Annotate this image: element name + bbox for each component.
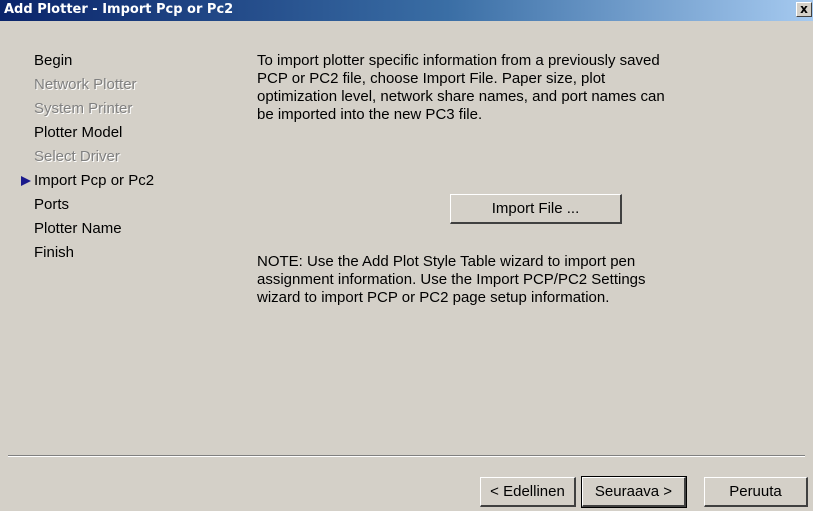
step-label: Finish xyxy=(34,244,75,261)
import-description: To import plotter specific information f… xyxy=(257,52,707,124)
description-line: be imported into the new PC3 file. xyxy=(257,106,483,123)
step-plotter-model: Plotter Model xyxy=(34,124,234,148)
window-title: Add Plotter - Import Pcp or Pc2 xyxy=(4,2,234,17)
back-button[interactable]: < Edellinen xyxy=(480,477,576,507)
description-line: To import plotter specific information f… xyxy=(257,52,660,69)
step-ports: Ports xyxy=(34,196,234,220)
note-line: assignment information. Use the Import P… xyxy=(257,271,646,288)
add-plotter-dialog: Add Plotter - Import Pcp or Pc2 x Begin … xyxy=(0,0,813,511)
step-label: Plotter Name xyxy=(34,220,122,237)
wizard-steps-list: Begin Network Plotter System Printer Plo… xyxy=(21,52,234,268)
close-button[interactable]: x xyxy=(796,2,812,17)
current-step-arrow-icon xyxy=(21,176,31,186)
description-line: PCP or PC2 file, choose Import File. Pap… xyxy=(257,70,606,87)
step-select-driver: Select Driver xyxy=(34,148,234,172)
step-finish: Finish xyxy=(34,244,234,268)
import-note: NOTE: Use the Add Plot Style Table wizar… xyxy=(257,253,707,307)
step-label: Import Pcp or Pc2 xyxy=(34,172,155,189)
step-system-printer: System Printer xyxy=(34,100,234,124)
step-plotter-name: Plotter Name xyxy=(34,220,234,244)
close-icon: x xyxy=(800,2,808,16)
step-label: Ports xyxy=(34,196,70,213)
button-divider xyxy=(8,455,805,457)
step-label: Plotter Model xyxy=(34,124,123,141)
step-label: Network Plotter xyxy=(34,76,137,93)
import-file-button[interactable]: Import File ... xyxy=(450,194,622,224)
cancel-button[interactable]: Peruuta xyxy=(704,477,808,507)
step-label: Begin xyxy=(34,52,73,69)
next-button[interactable]: Seuraava > xyxy=(581,476,687,508)
step-begin: Begin xyxy=(34,52,234,76)
description-line: optimization level, network share names,… xyxy=(257,88,665,105)
step-label: System Printer xyxy=(34,100,133,117)
step-label: Select Driver xyxy=(34,148,120,165)
step-import-pcp-or-pc2: Import Pcp or Pc2 xyxy=(21,172,234,196)
title-bar[interactable]: Add Plotter - Import Pcp or Pc2 x xyxy=(0,0,813,21)
note-line: wizard to import PCP or PC2 page setup i… xyxy=(257,289,610,306)
note-line: NOTE: Use the Add Plot Style Table wizar… xyxy=(257,253,636,270)
step-network-plotter: Network Plotter xyxy=(34,76,234,100)
